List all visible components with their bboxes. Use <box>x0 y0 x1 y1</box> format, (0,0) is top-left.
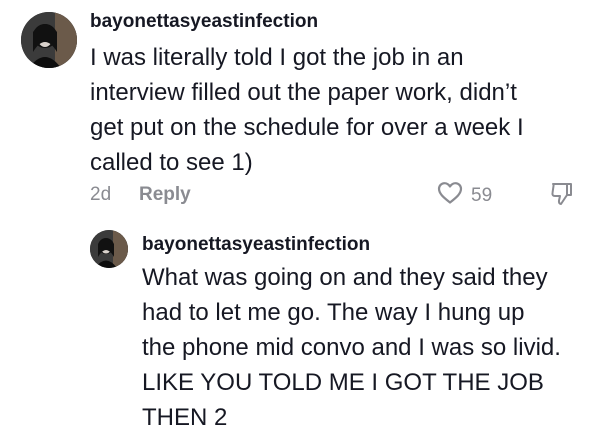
reply-text-line: LIKE YOU TOLD ME I GOT THE JOB <box>142 369 544 396</box>
dislike-button[interactable] <box>550 181 574 212</box>
reply-text: What was going on and they said they had… <box>142 260 561 435</box>
comment-text-line: I was literally told I got the job in an <box>90 44 464 71</box>
reply-text-line: had to let me go. The way I hung up <box>142 299 525 326</box>
comment-text-line: get put on the schedule for over a week … <box>90 114 524 141</box>
avatar[interactable] <box>21 12 77 68</box>
comment-age: 2d <box>90 184 112 205</box>
reply-button[interactable]: Reply <box>139 184 191 206</box>
like-button[interactable]: 59 <box>437 181 492 210</box>
like-count: 59 <box>471 184 493 206</box>
comment-text-line: interview filled out the paper work, did… <box>90 79 517 106</box>
reply-text-line: What was going on and they said they <box>142 264 548 291</box>
reply-text-line: the phone mid convo and I was so livid. <box>142 334 561 361</box>
comment-text: I was literally told I got the job in an… <box>90 40 524 180</box>
reply-text-line: THEN 2 <box>142 404 228 431</box>
comment-username[interactable]: bayonettasyeastinfection <box>90 11 318 33</box>
reply-avatar[interactable] <box>90 230 128 268</box>
comment-text-line: called to see 1) <box>90 149 253 176</box>
thumbs-down-icon <box>550 183 574 211</box>
heart-outline-icon <box>437 181 463 210</box>
reply-username[interactable]: bayonettasyeastinfection <box>142 234 370 256</box>
